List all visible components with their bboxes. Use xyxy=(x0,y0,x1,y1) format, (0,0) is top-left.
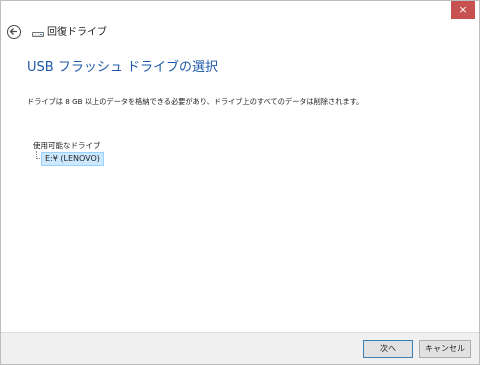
next-button[interactable]: 次へ xyxy=(363,340,413,358)
recovery-drive-window: × 回復ドライブ USB フラッシュ ドライブの選択 ドライブは 8 GB 以上… xyxy=(0,0,480,365)
close-icon: × xyxy=(458,3,468,16)
drive-item-e[interactable]: E:¥ (LENOVO) xyxy=(41,152,104,166)
title-bar: × xyxy=(1,1,479,21)
back-arrow-icon xyxy=(9,28,17,35)
description-text: ドライブは 8 GB 以上のデータを格納できる必要があり、ドライブ上のすべてのデ… xyxy=(27,97,364,106)
wizard-header: 回復ドライブ xyxy=(1,23,479,47)
wizard-title: 回復ドライブ xyxy=(47,27,107,38)
close-button[interactable]: × xyxy=(451,1,475,19)
drive-icon xyxy=(32,32,44,37)
cancel-button[interactable]: キャンセル xyxy=(419,340,471,358)
footer-bar: 次へ キャンセル xyxy=(1,332,479,364)
back-button[interactable] xyxy=(7,25,21,39)
page-title: USB フラッシュ ドライブの選択 xyxy=(27,60,218,75)
available-drives-label: 使用可能なドライブ xyxy=(33,141,101,150)
